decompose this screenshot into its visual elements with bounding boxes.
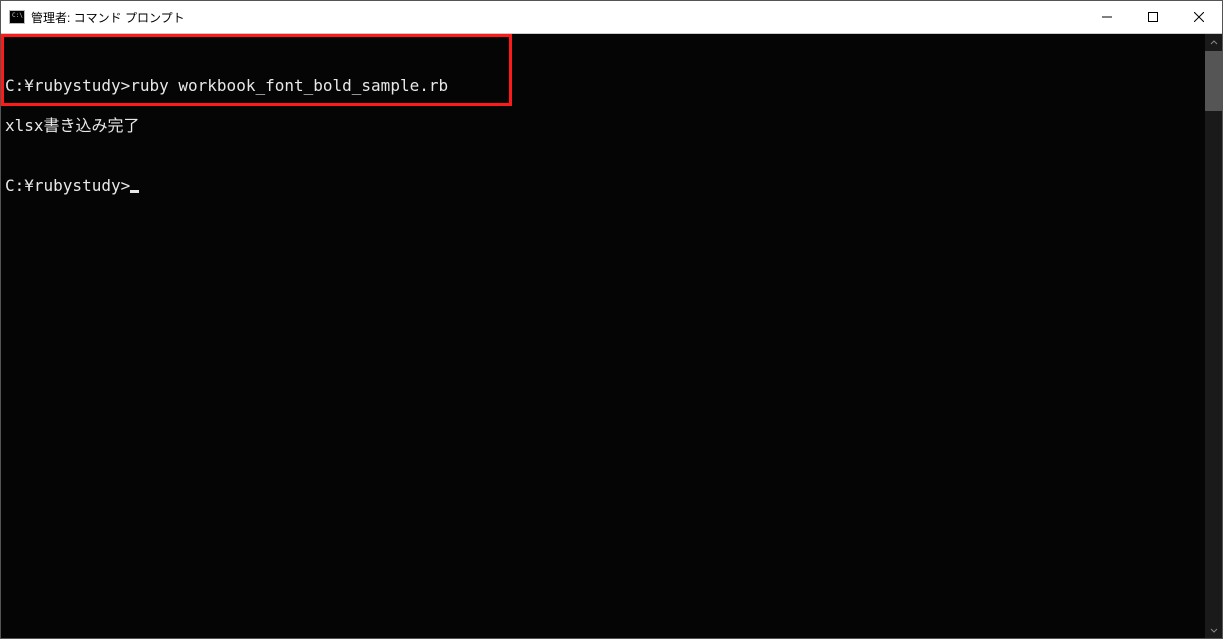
vertical-scrollbar[interactable] [1205, 34, 1222, 638]
minimize-button[interactable] [1084, 1, 1130, 33]
cursor [130, 190, 139, 193]
minimize-icon [1102, 12, 1112, 22]
titlebar-left: 管理者: コマンド プロンプト [9, 9, 185, 26]
maximize-button[interactable] [1130, 1, 1176, 33]
terminal-line: C:¥rubystudy>ruby workbook_font_bold_sam… [5, 76, 1205, 96]
terminal-area: C:¥rubystudy>ruby workbook_font_bold_sam… [1, 34, 1222, 638]
titlebar[interactable]: 管理者: コマンド プロンプト [1, 1, 1222, 34]
close-icon [1194, 12, 1204, 22]
chevron-down-icon [1210, 626, 1218, 634]
maximize-icon [1148, 12, 1158, 22]
chevron-up-icon [1210, 39, 1218, 47]
scroll-down-button[interactable] [1205, 621, 1222, 638]
terminal-line: xlsx書き込み完了 [5, 116, 1205, 136]
terminal-prompt: C:¥rubystudy> [5, 176, 130, 195]
close-button[interactable] [1176, 1, 1222, 33]
scroll-thumb[interactable] [1205, 51, 1222, 111]
scroll-up-button[interactable] [1205, 34, 1222, 51]
terminal-output[interactable]: C:¥rubystudy>ruby workbook_font_bold_sam… [1, 34, 1205, 638]
window-title: 管理者: コマンド プロンプト [31, 9, 185, 26]
scroll-track[interactable] [1205, 51, 1222, 621]
window-frame: 管理者: コマンド プロンプト C:¥rubystudy>ruby workbo… [0, 0, 1223, 639]
cmd-icon [9, 10, 25, 24]
terminal-prompt-line: C:¥rubystudy> [5, 176, 1205, 196]
window-controls [1084, 1, 1222, 33]
